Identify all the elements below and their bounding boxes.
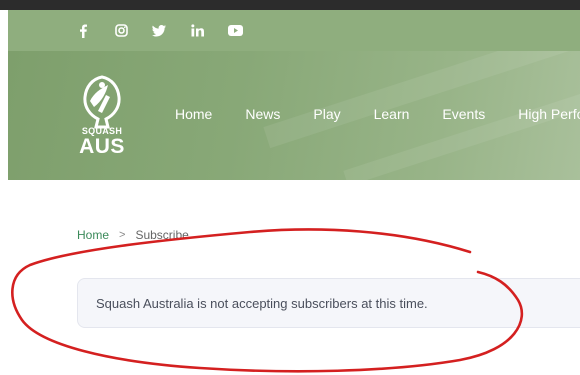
site-header: SQUASH AUS Home News Play Learn Events H… <box>8 51 580 180</box>
breadcrumb: Home > Subscribe <box>77 228 189 242</box>
squash-aus-logo[interactable]: SQUASH AUS <box>72 71 132 166</box>
background-streak <box>263 51 580 149</box>
subscribe-notice: Squash Australia is not accepting subscr… <box>77 278 580 328</box>
nav-item-events[interactable]: Events <box>442 106 485 126</box>
page: SQUASH AUS Home News Play Learn Events H… <box>0 0 580 375</box>
logo-text-aus: AUS <box>79 135 125 158</box>
twitter-icon[interactable] <box>150 22 168 40</box>
facebook-icon[interactable] <box>74 22 92 40</box>
social-bar <box>8 10 580 51</box>
nav-item-high-performance[interactable]: High Perform <box>518 106 580 126</box>
nav-item-learn[interactable]: Learn <box>374 106 410 126</box>
nav-item-news[interactable]: News <box>245 106 280 126</box>
breadcrumb-separator: > <box>119 229 126 241</box>
browser-top-strip <box>0 0 580 10</box>
subscribe-notice-text: Squash Australia is not accepting subscr… <box>96 296 428 311</box>
linkedin-icon[interactable] <box>188 22 206 40</box>
nav-item-home[interactable]: Home <box>175 106 212 126</box>
squash-bird-icon <box>83 75 121 129</box>
breadcrumb-current: Subscribe <box>135 228 189 242</box>
nav-item-play[interactable]: Play <box>313 106 340 126</box>
breadcrumb-home-link[interactable]: Home <box>77 228 109 242</box>
left-gutter <box>0 10 8 180</box>
instagram-icon[interactable] <box>112 22 130 40</box>
main-nav: Home News Play Learn Events High Perform <box>175 106 580 126</box>
youtube-icon[interactable] <box>226 22 244 40</box>
